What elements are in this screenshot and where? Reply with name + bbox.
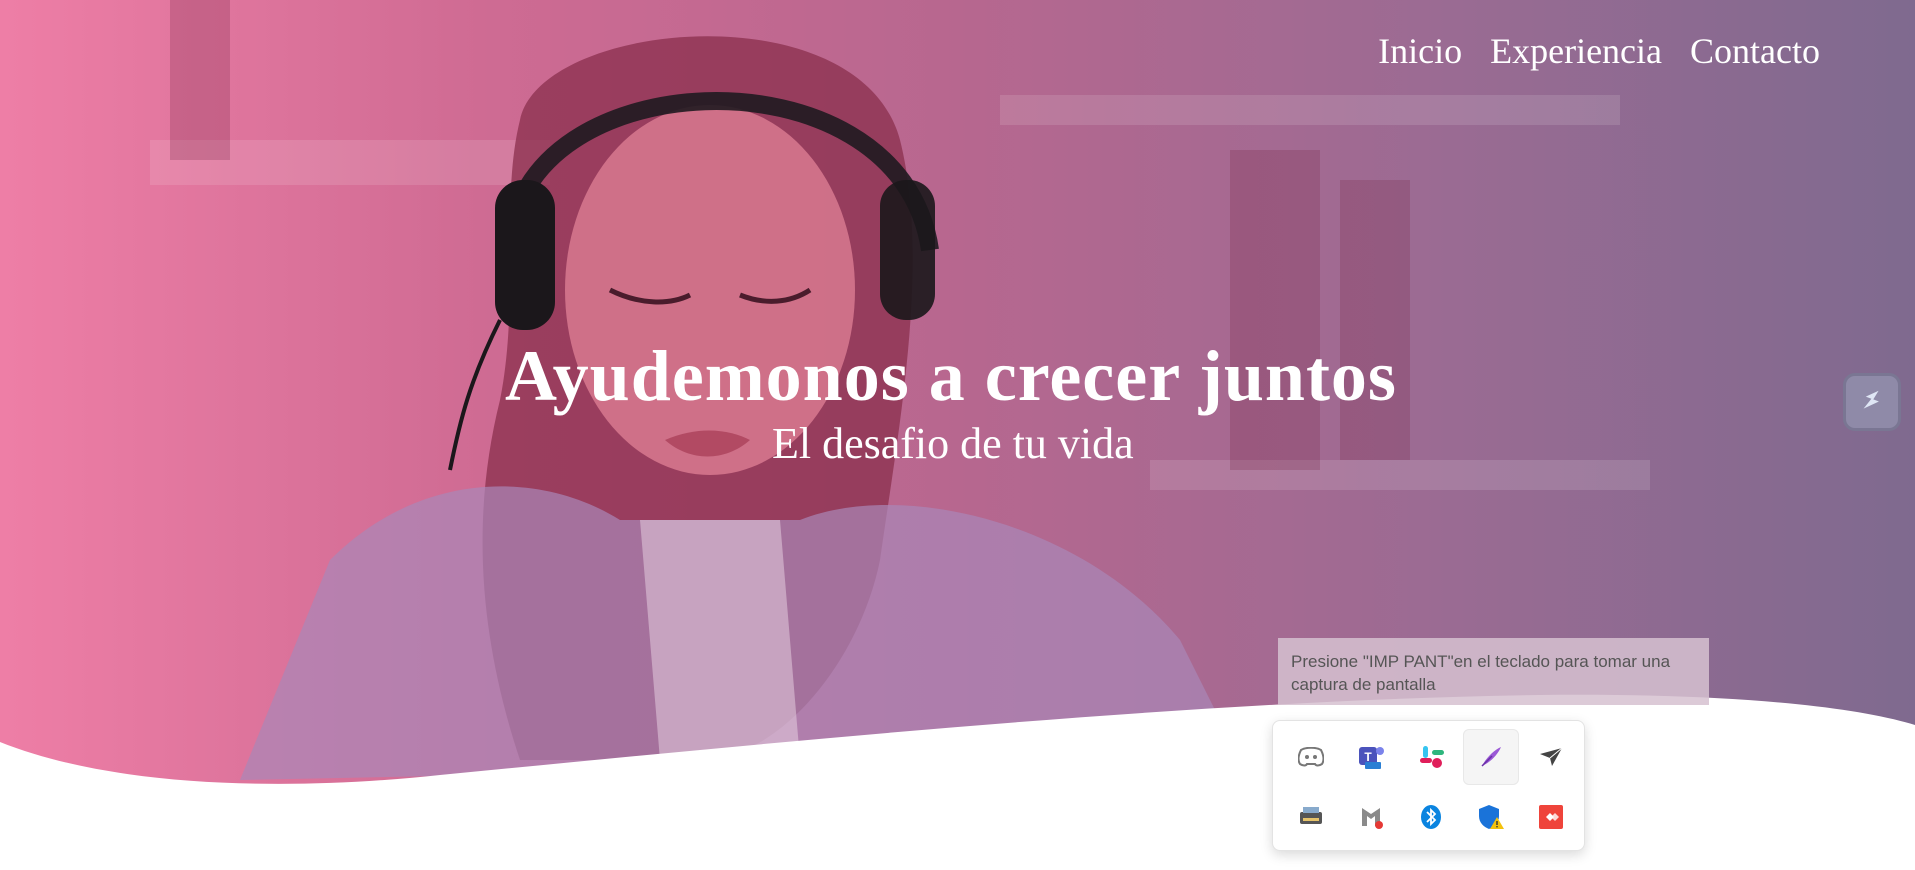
slack-icon[interactable] [1403, 729, 1459, 785]
system-tray-overflow: T [1272, 720, 1585, 851]
hero-subtitle: El desafio de tu vida [772, 419, 1134, 468]
nav-link-inicio[interactable]: Inicio [1378, 30, 1462, 72]
mcafee-icon[interactable] [1343, 789, 1399, 845]
paper-plane-icon[interactable] [1523, 729, 1579, 785]
snip-tool-icon [1857, 385, 1887, 420]
snip-tool-button[interactable] [1843, 373, 1901, 431]
main-navigation: Inicio Experiencia Contacto [1378, 30, 1820, 72]
teams-new-icon[interactable]: T [1343, 729, 1399, 785]
anydesk-icon[interactable] [1523, 789, 1579, 845]
discord-icon[interactable] [1283, 729, 1339, 785]
pen-feather-icon[interactable] [1463, 729, 1519, 785]
screenshot-tooltip: Presione "IMP PANT"en el teclado para to… [1278, 638, 1709, 705]
nav-link-experiencia[interactable]: Experiencia [1490, 30, 1662, 72]
bluetooth-icon[interactable] [1403, 789, 1459, 845]
hero-title: Ayudemonos a crecer juntos [505, 336, 1397, 416]
security-shield-warning-icon[interactable] [1463, 789, 1519, 845]
nav-link-contacto[interactable]: Contacto [1690, 30, 1820, 72]
svg-text:T: T [1364, 750, 1372, 764]
hero-section: Inicio Experiencia Contacto Ayudemonos a… [0, 0, 1915, 870]
scanner-icon[interactable] [1283, 789, 1339, 845]
